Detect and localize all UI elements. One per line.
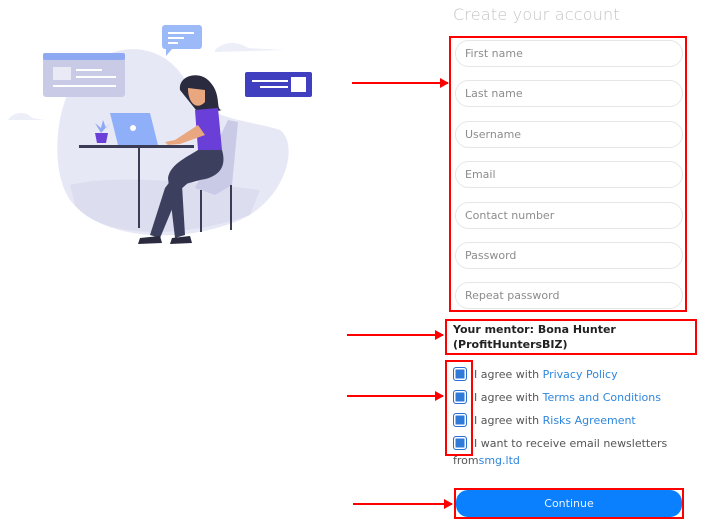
mentor-info: Your mentor: Bona Hunter (ProfitHuntersB…	[453, 322, 693, 352]
newsletter-label: I want to receive email newsletters	[474, 437, 668, 450]
repeat-password-input[interactable]	[455, 282, 683, 309]
card-icon	[245, 72, 312, 97]
last-name-input[interactable]	[455, 80, 683, 107]
agree-label: I agree with	[474, 368, 543, 381]
privacy-policy-link[interactable]: Privacy Policy	[543, 368, 618, 381]
first-name-input[interactable]	[455, 40, 683, 67]
newsletter-checkbox[interactable]	[453, 436, 467, 450]
agree-label: I agree with	[474, 391, 543, 404]
contact-number-input[interactable]	[455, 202, 683, 229]
mentor-handle: (ProfitHuntersBIZ)	[453, 338, 568, 351]
agree-privacy-row: I agree with Privacy Policy	[453, 366, 618, 383]
terms-conditions-link[interactable]: Terms and Conditions	[543, 391, 661, 404]
agree-terms-row: I agree with Terms and Conditions	[453, 389, 661, 406]
mentor-name: Your mentor: Bona Hunter	[453, 323, 616, 336]
arrow-mentor-icon	[347, 330, 444, 340]
risks-checkbox[interactable]	[453, 413, 467, 427]
page-title: Create your account	[453, 5, 620, 24]
privacy-policy-checkbox[interactable]	[453, 367, 467, 381]
newsletter-row-line2: from smg.ltd	[453, 452, 520, 469]
terms-checkbox[interactable]	[453, 390, 467, 404]
chat-bubble-icon	[162, 25, 202, 56]
arrow-fields-icon	[352, 78, 449, 88]
agree-risks-row: I agree with Risks Agreement	[453, 412, 636, 429]
continue-button[interactable]: Continue	[456, 490, 682, 517]
email-input[interactable]	[455, 161, 683, 188]
illustration-woman-laptop	[8, 25, 312, 244]
arrow-continue-icon	[353, 499, 453, 509]
agree-label: I agree with	[474, 414, 543, 427]
newsletter-from-label: from	[453, 454, 479, 467]
risks-agreement-link[interactable]: Risks Agreement	[543, 414, 636, 427]
username-input[interactable]	[455, 121, 683, 148]
smg-ltd-link[interactable]: smg.ltd	[479, 452, 520, 469]
password-input[interactable]	[455, 242, 683, 269]
browser-window-icon	[43, 53, 125, 97]
newsletter-row: I want to receive email newsletters	[453, 435, 667, 452]
arrow-checkbox-icon	[347, 391, 444, 401]
